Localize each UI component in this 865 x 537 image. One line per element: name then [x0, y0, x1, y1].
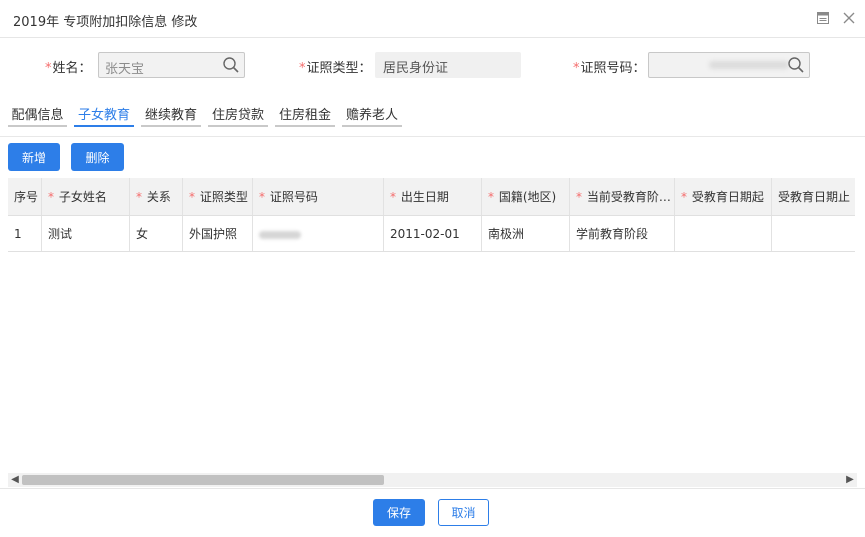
cert-type-field: 居民身份证: [375, 52, 521, 78]
col-header-cert-no: * 证照号码: [253, 178, 384, 215]
cell-birth-date[interactable]: 2011-02-01: [384, 216, 482, 251]
cell-edu-start[interactable]: [675, 216, 772, 251]
name-value: 张天宝: [105, 62, 145, 77]
col-header-nationality: * 国籍(地区): [482, 178, 570, 215]
tab-housing-loan[interactable]: 住房贷款: [208, 101, 268, 127]
cancel-button[interactable]: 取消: [438, 499, 489, 526]
col-header-edu-stage: * 当前受教育阶…: [570, 178, 675, 215]
search-icon[interactable]: [222, 56, 240, 74]
tab-continuing-education[interactable]: 继续教育: [141, 101, 201, 127]
cert-no-label: *证照号码：: [573, 61, 646, 76]
required-mark: *: [189, 190, 195, 204]
required-mark: *: [136, 190, 142, 204]
required-mark: *: [299, 61, 306, 76]
delete-button[interactable]: 删除: [71, 143, 124, 171]
name-label: *姓名：: [45, 61, 92, 76]
close-icon[interactable]: [842, 11, 856, 25]
tab-elderly-support[interactable]: 赡养老人: [342, 101, 402, 127]
col-header-index: 序号: [8, 178, 42, 215]
dialog-titlebar: 2019年 专项附加扣除信息 修改: [0, 0, 865, 38]
table-row[interactable]: 1 测试 女 外国护照 2011-02-01 南极洲 学前教育阶段: [8, 216, 855, 252]
dialog-title: 2019年 专项附加扣除信息 修改: [13, 15, 198, 30]
divider: [0, 136, 865, 137]
tab-child-education[interactable]: 子女教育: [74, 101, 134, 127]
horizontal-scrollbar[interactable]: ◀ ▶: [8, 473, 857, 487]
col-header-cert-type: * 证照类型: [183, 178, 253, 215]
col-header-child-name: * 子女姓名: [42, 178, 130, 215]
cell-cert-type[interactable]: 外国护照: [183, 216, 253, 251]
maximize-icon[interactable]: [816, 11, 830, 25]
col-header-edu-start: * 受教育日期起: [675, 178, 772, 215]
cert-type-value: 居民身份证: [383, 61, 449, 76]
add-button[interactable]: 新增: [8, 143, 60, 171]
cert-no-field[interactable]: [648, 52, 810, 78]
required-mark: *: [390, 190, 396, 204]
required-mark: *: [259, 190, 265, 204]
col-header-edu-end: 受教育日期止: [772, 178, 855, 215]
person-info-row: *姓名： 张天宝 *证照类型： 居民身份证 *证照号码：: [0, 52, 865, 78]
required-mark: *: [573, 61, 580, 76]
required-mark: *: [576, 190, 582, 204]
tab-housing-rent[interactable]: 住房租金: [275, 101, 335, 127]
scroll-left-icon[interactable]: ◀: [8, 473, 22, 487]
redacted-value: [709, 61, 789, 69]
child-education-table: 序号 * 子女姓名 * 关系 * 证照类型 * 证照号码 * 出生日期 * 国籍…: [8, 178, 855, 252]
footer-divider: [0, 488, 865, 489]
tab-spouse[interactable]: 配偶信息: [8, 101, 67, 127]
cell-relation[interactable]: 女: [130, 216, 183, 251]
save-button[interactable]: 保存: [373, 499, 425, 526]
cell-child-name[interactable]: 测试: [42, 216, 130, 251]
table-header: 序号 * 子女姓名 * 关系 * 证照类型 * 证照号码 * 出生日期 * 国籍…: [8, 178, 855, 216]
cell-edu-stage[interactable]: 学前教育阶段: [570, 216, 675, 251]
redacted-value: [259, 230, 301, 239]
required-mark: *: [45, 61, 52, 76]
scrollbar-thumb[interactable]: [22, 475, 384, 485]
cell-edu-end[interactable]: [772, 216, 855, 251]
col-header-relation: * 关系: [130, 178, 183, 215]
search-icon[interactable]: [787, 56, 805, 74]
name-field[interactable]: 张天宝: [98, 52, 245, 78]
required-mark: *: [488, 190, 494, 204]
scroll-right-icon[interactable]: ▶: [843, 473, 857, 487]
cell-index: 1: [8, 216, 42, 251]
cert-type-label: *证照类型：: [299, 61, 372, 76]
cell-nationality[interactable]: 南极洲: [482, 216, 570, 251]
cell-cert-no[interactable]: [253, 216, 384, 251]
required-mark: *: [48, 190, 54, 204]
col-header-birth-date: * 出生日期: [384, 178, 482, 215]
required-mark: *: [681, 190, 687, 204]
